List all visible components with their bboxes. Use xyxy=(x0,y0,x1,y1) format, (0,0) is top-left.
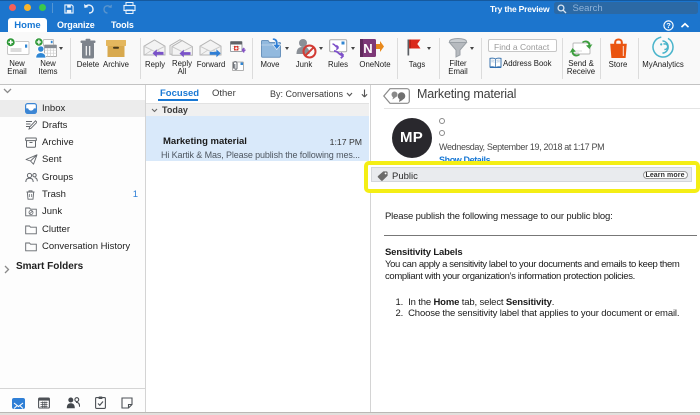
svg-text:N: N xyxy=(363,41,372,56)
svg-text:?: ? xyxy=(666,21,671,30)
